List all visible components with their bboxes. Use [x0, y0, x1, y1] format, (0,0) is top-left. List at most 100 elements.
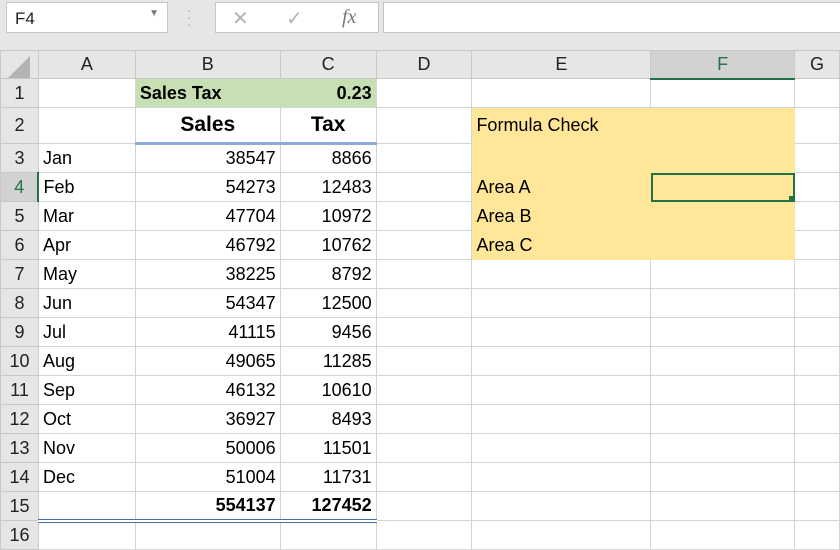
row-header-1[interactable]: 1 — [0, 78, 39, 108]
cell-a3[interactable]: Jan — [37, 143, 136, 173]
cell-e14[interactable] — [471, 462, 652, 492]
cell-b3[interactable]: 38547 — [134, 143, 281, 173]
name-box[interactable]: F4 ▼ — [6, 2, 168, 33]
cell-b2[interactable]: Sales — [134, 107, 281, 145]
cell-b8[interactable]: 54347 — [134, 288, 281, 318]
cell-d14[interactable] — [375, 462, 473, 492]
column-header-f[interactable]: F — [650, 50, 795, 80]
row-header-13[interactable]: 13 — [0, 433, 39, 463]
cell-e10[interactable] — [471, 346, 652, 376]
cell-d3[interactable] — [375, 143, 473, 173]
cell-c15[interactable]: 127452 — [279, 491, 377, 523]
cell-c1[interactable]: 0.23 — [279, 78, 377, 108]
cell-g14[interactable] — [794, 462, 840, 492]
cell-b1[interactable]: Sales Tax — [134, 78, 281, 108]
cell-g6[interactable] — [794, 230, 840, 260]
cell-b5[interactable]: 47704 — [134, 201, 281, 231]
cell-d12[interactable] — [375, 404, 473, 434]
cell-a4[interactable]: Feb — [37, 172, 136, 202]
cell-a10[interactable]: Aug — [37, 346, 136, 376]
cell-a2[interactable] — [37, 107, 136, 144]
formula-input[interactable] — [383, 2, 840, 33]
cell-c14[interactable]: 11731 — [279, 462, 377, 492]
cell-c8[interactable]: 12500 — [279, 288, 377, 318]
cell-a13[interactable]: Nov — [37, 433, 136, 463]
cell-e2[interactable]: Formula Check — [471, 107, 652, 144]
drag-handle-icon[interactable]: · · · — [186, 3, 192, 31]
cell-f1[interactable] — [650, 78, 795, 108]
cell-g4[interactable] — [794, 172, 840, 202]
row-header-8[interactable]: 8 — [0, 288, 39, 318]
row-header-4[interactable]: 4 — [0, 172, 40, 202]
cell-f12[interactable] — [650, 404, 795, 434]
cell-d6[interactable] — [375, 230, 473, 260]
cell-b14[interactable]: 51004 — [134, 462, 281, 492]
cell-g13[interactable] — [794, 433, 840, 463]
cell-b4[interactable]: 54273 — [134, 172, 281, 202]
column-header-g[interactable]: G — [794, 50, 840, 79]
cell-a9[interactable]: Jul — [37, 317, 136, 347]
row-header-9[interactable]: 9 — [0, 317, 39, 347]
cell-c7[interactable]: 8792 — [279, 259, 377, 289]
cell-a14[interactable]: Dec — [37, 462, 136, 492]
cell-f11[interactable] — [650, 375, 795, 405]
insert-function-icon[interactable]: fx — [342, 6, 356, 29]
cell-g7[interactable] — [794, 259, 840, 289]
select-all-button[interactable] — [0, 50, 39, 79]
column-header-b[interactable]: B — [134, 50, 281, 79]
cell-g12[interactable] — [794, 404, 840, 434]
cell-a1[interactable] — [37, 78, 136, 108]
cell-a15[interactable] — [37, 491, 136, 523]
cell-f10[interactable] — [650, 346, 795, 376]
cell-d16[interactable] — [375, 520, 473, 550]
cell-b11[interactable]: 46132 — [134, 375, 281, 405]
cell-f9[interactable] — [650, 317, 795, 347]
chevron-down-icon[interactable]: ▼ — [149, 8, 159, 19]
cell-g2[interactable] — [794, 107, 840, 144]
row-header-11[interactable]: 11 — [0, 375, 39, 405]
cell-c5[interactable]: 10972 — [279, 201, 377, 231]
cell-g8[interactable] — [794, 288, 840, 318]
row-header-15[interactable]: 15 — [0, 491, 39, 521]
cell-d8[interactable] — [375, 288, 473, 318]
cell-a7[interactable]: May — [37, 259, 136, 289]
cell-c2[interactable]: Tax — [279, 107, 377, 145]
cell-d9[interactable] — [375, 317, 473, 347]
cell-f2[interactable] — [650, 107, 795, 144]
cell-g5[interactable] — [794, 201, 840, 231]
column-header-d[interactable]: D — [375, 50, 473, 79]
cell-e7[interactable] — [471, 259, 652, 289]
cell-f16[interactable] — [650, 520, 795, 550]
cell-a11[interactable]: Sep — [37, 375, 136, 405]
cell-e15[interactable] — [471, 491, 652, 521]
cell-e4[interactable]: Area A — [471, 172, 652, 202]
row-header-3[interactable]: 3 — [0, 143, 39, 173]
selected-cell-f4[interactable] — [650, 172, 795, 202]
cell-e13[interactable] — [471, 433, 652, 463]
cell-b10[interactable]: 49065 — [134, 346, 281, 376]
cell-c13[interactable]: 11501 — [279, 433, 377, 463]
cell-c16[interactable] — [279, 520, 377, 550]
cell-d10[interactable] — [375, 346, 473, 376]
column-header-e[interactable]: E — [471, 50, 652, 79]
cancel-icon[interactable]: ✕ — [232, 6, 249, 31]
cell-g1[interactable] — [794, 78, 840, 108]
cell-d4[interactable] — [375, 172, 473, 202]
cell-g16[interactable] — [794, 520, 840, 550]
cell-b9[interactable]: 41115 — [134, 317, 281, 347]
cell-b13[interactable]: 50006 — [134, 433, 281, 463]
cell-g10[interactable] — [794, 346, 840, 376]
cell-e11[interactable] — [471, 375, 652, 405]
cell-f7[interactable] — [650, 259, 795, 289]
cell-f6[interactable] — [650, 230, 795, 260]
cell-e5[interactable]: Area B — [471, 201, 652, 231]
cell-f15[interactable] — [650, 491, 795, 521]
cell-e8[interactable] — [471, 288, 652, 318]
row-header-14[interactable]: 14 — [0, 462, 39, 492]
cell-a16[interactable] — [37, 520, 136, 550]
column-header-a[interactable]: A — [37, 50, 136, 79]
cell-b12[interactable]: 36927 — [134, 404, 281, 434]
cell-c12[interactable]: 8493 — [279, 404, 377, 434]
cell-e12[interactable] — [471, 404, 652, 434]
cell-c9[interactable]: 9456 — [279, 317, 377, 347]
